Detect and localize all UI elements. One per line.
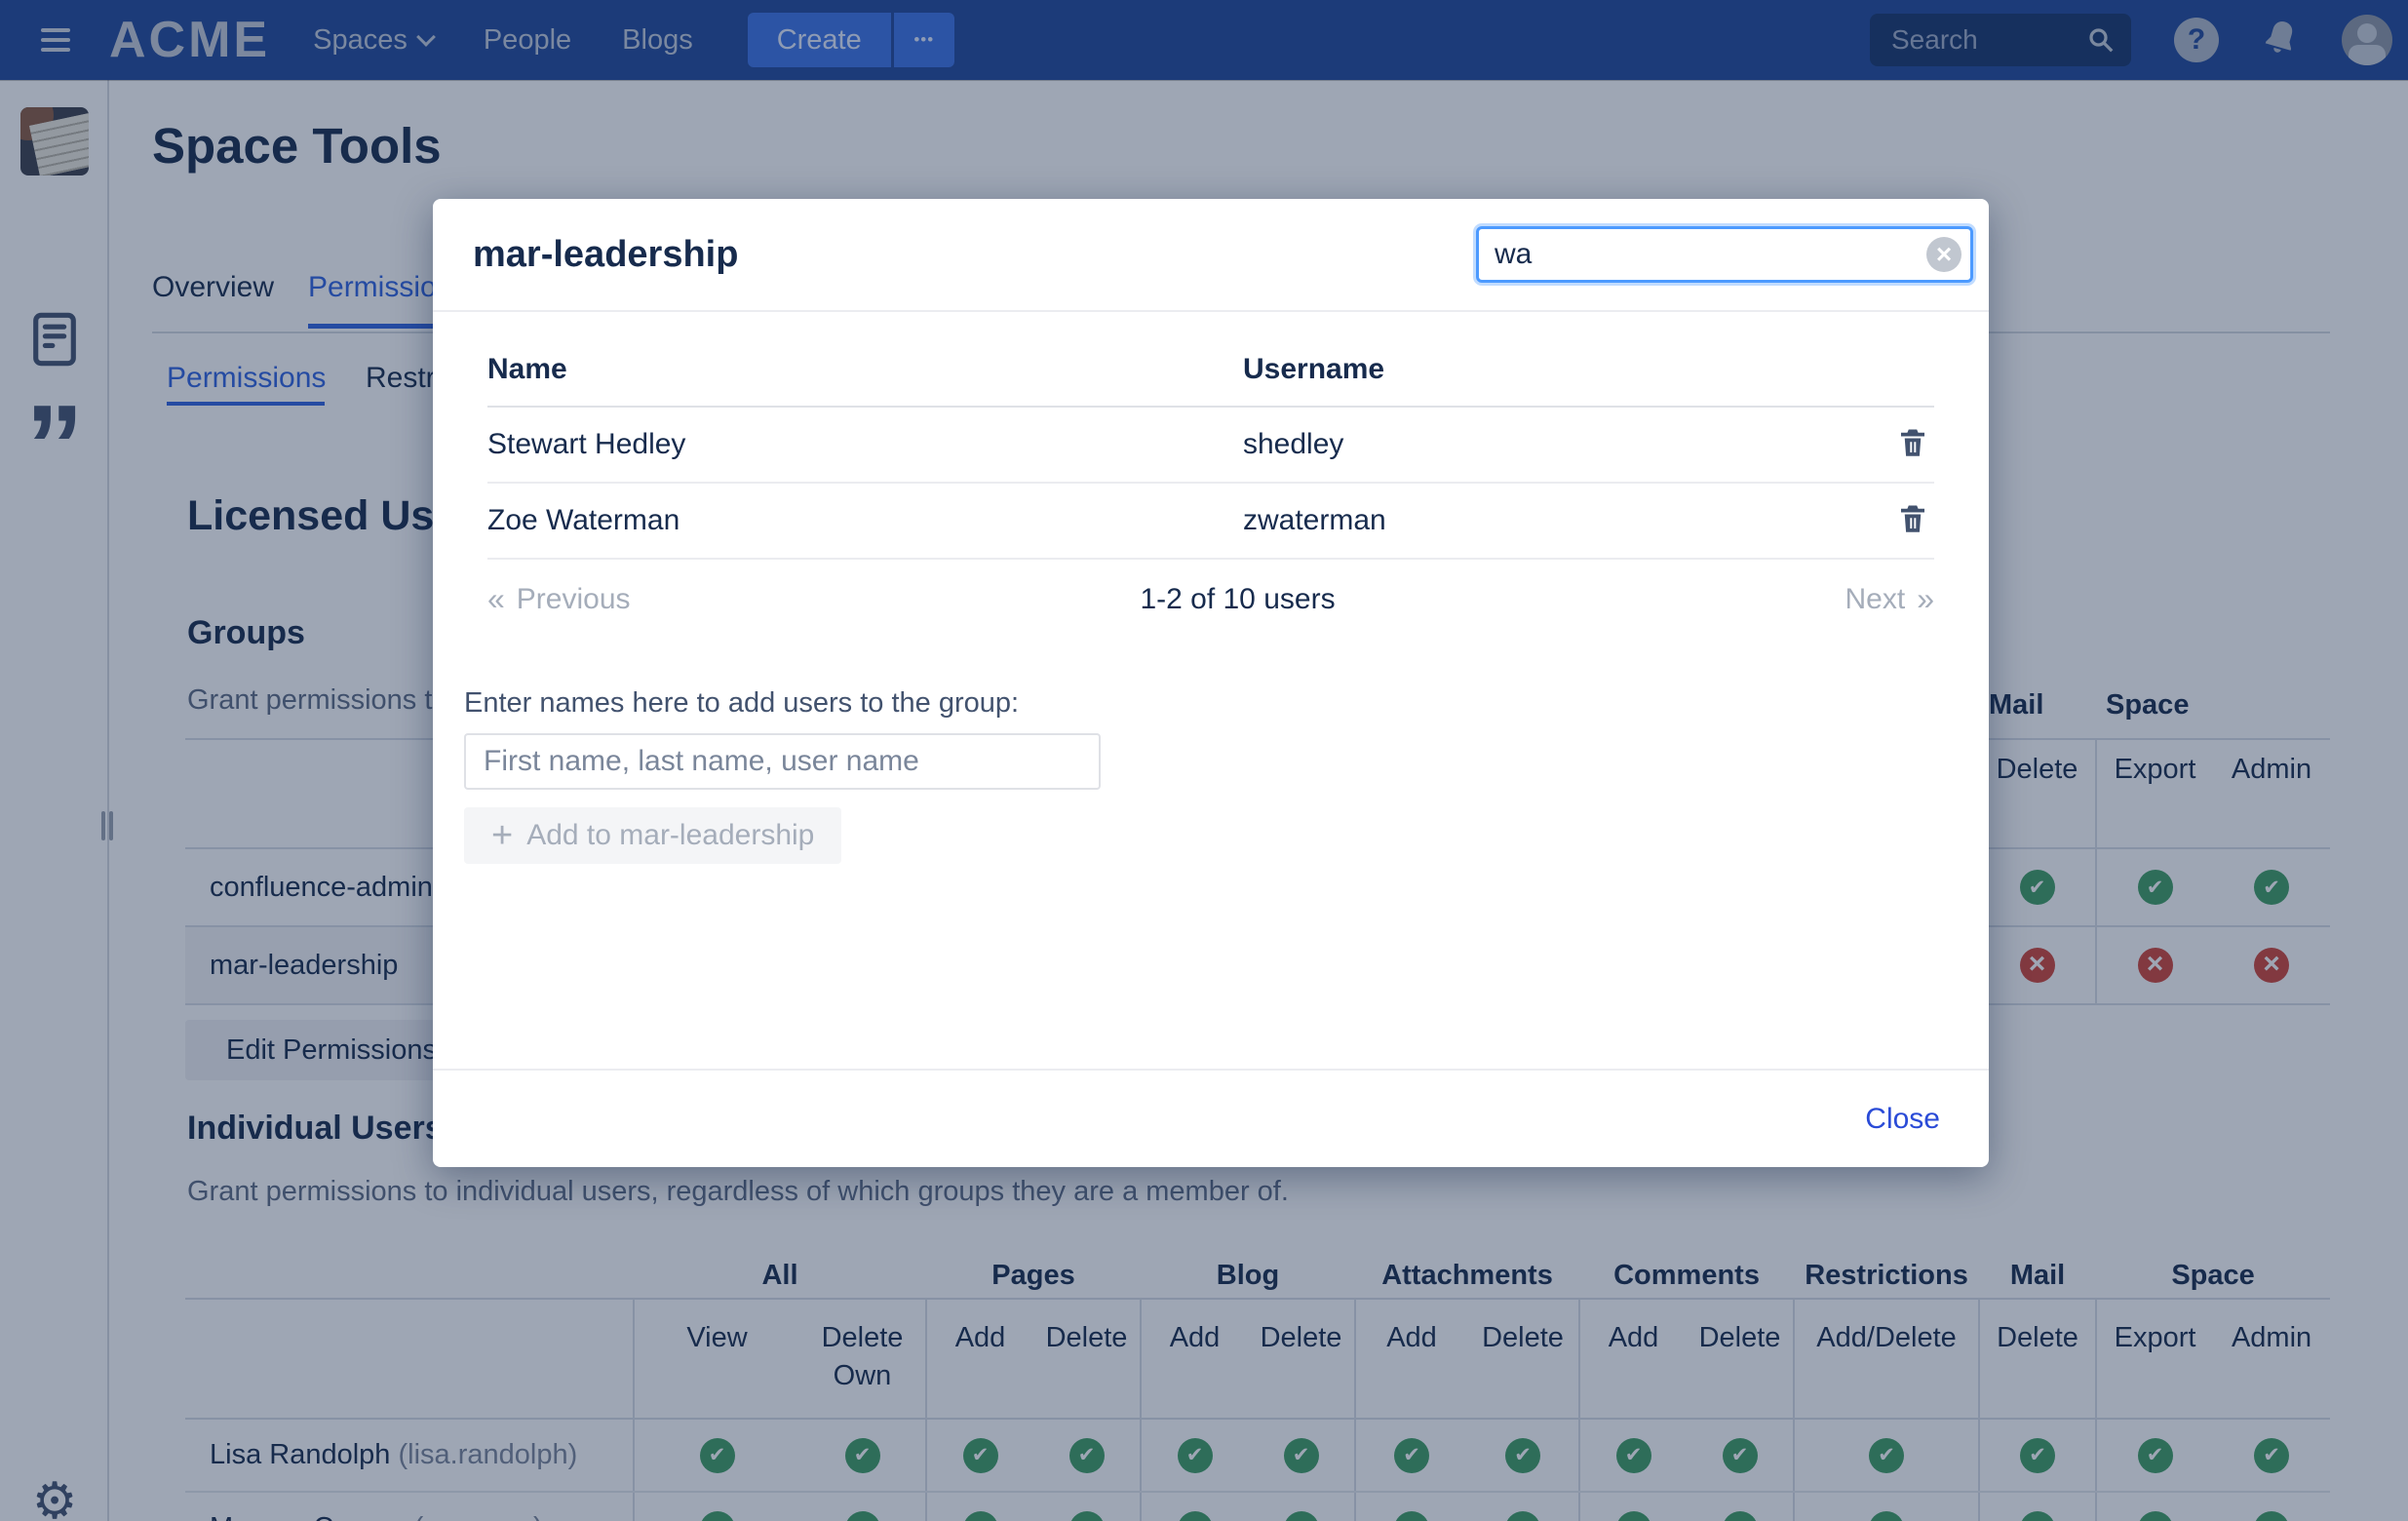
member-username: shedley [1243, 407, 1866, 483]
screen: ACME SpacesPeopleBlogs Create Space Tool… [0, 0, 2408, 1521]
pagination: Previous 1-2 of 10 users Next [487, 581, 1934, 617]
add-users-section: Enter names here to add users to the gro… [464, 687, 1934, 864]
member-name: Stewart Hedley [487, 407, 1243, 483]
close-button[interactable]: Close [1859, 1102, 1946, 1137]
previous-icon [487, 581, 505, 617]
next-icon [1917, 581, 1934, 617]
next-button[interactable]: Next [1845, 581, 1934, 617]
member-name: Zoe Waterman [487, 483, 1243, 559]
remove-member-button[interactable] [1891, 421, 1934, 467]
member-row: Zoe Watermanzwaterman [487, 483, 1934, 559]
members-table: Name Username Stewart HedleyshedleyZoe W… [487, 353, 1934, 560]
dialog-footer: Close [433, 1069, 1989, 1167]
trash-icon [1895, 425, 1930, 460]
member-filter [1476, 226, 1973, 283]
member-filter-input[interactable] [1476, 226, 1973, 283]
previous-button[interactable]: Previous [487, 581, 631, 617]
clear-icon [1936, 241, 1952, 268]
member-username: zwaterman [1243, 483, 1866, 559]
members-col-username: Username [1243, 353, 1866, 407]
trash-icon [1895, 501, 1930, 536]
members-col-name: Name [487, 353, 1243, 407]
group-members-dialog: mar-leadership Name Username Stewart Hed… [433, 199, 1989, 1167]
add-to-group-button[interactable]: Add to mar-leadership [464, 807, 841, 864]
clear-filter-button[interactable] [1926, 237, 1961, 272]
plus-icon [491, 817, 513, 855]
member-row: Stewart Hedleyshedley [487, 407, 1934, 483]
remove-member-button[interactable] [1891, 497, 1934, 543]
add-users-input[interactable] [464, 733, 1101, 790]
dialog-header: mar-leadership [433, 199, 1989, 312]
pagination-status: 1-2 of 10 users [631, 583, 1845, 616]
dialog-title: mar-leadership [473, 234, 738, 276]
add-users-label: Enter names here to add users to the gro… [464, 687, 1934, 720]
